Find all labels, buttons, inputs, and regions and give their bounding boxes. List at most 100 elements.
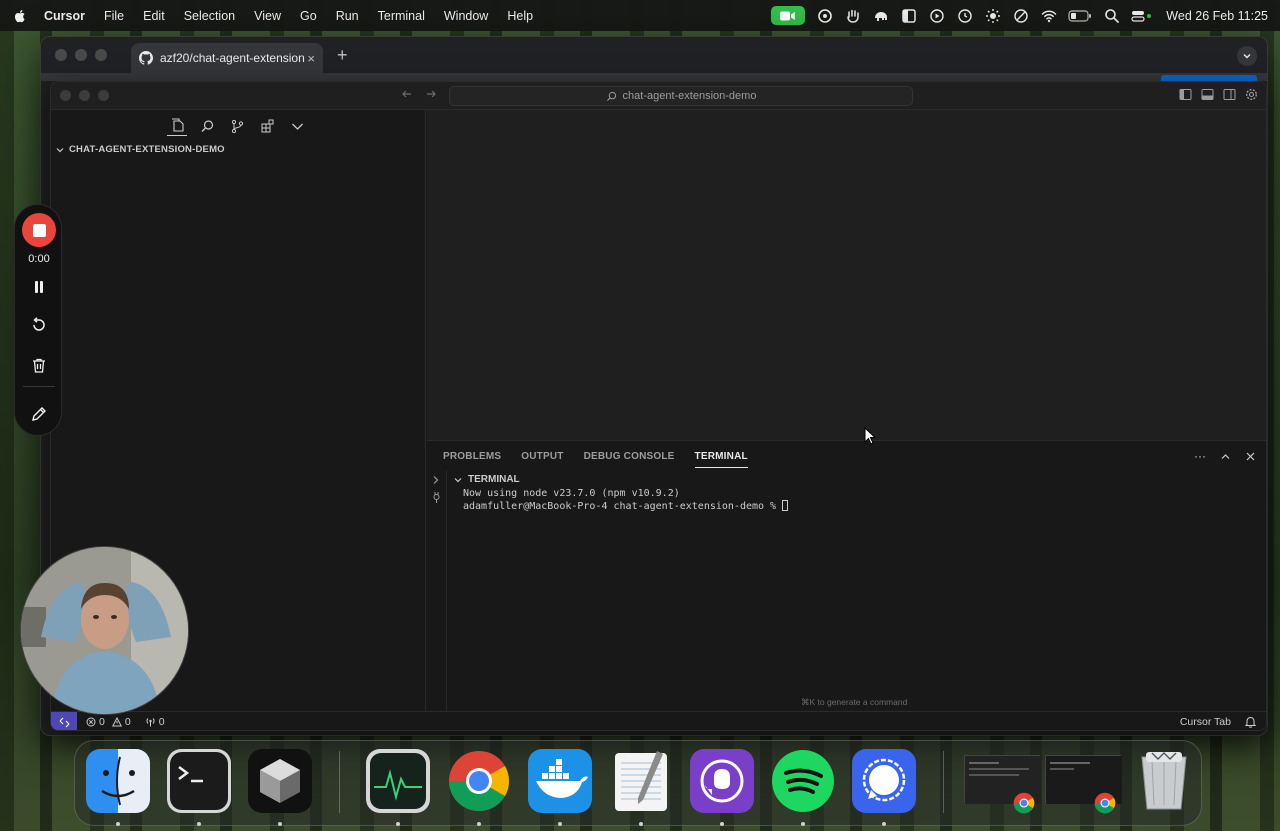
close-window-button[interactable] — [55, 49, 67, 61]
terminal-gutter — [427, 471, 447, 712]
menu-run[interactable]: Run — [336, 9, 359, 23]
search-panel-icon[interactable] — [197, 116, 217, 136]
terminal-output[interactable]: Now using node v23.7.0 (npm v10.9.2) adam… — [463, 488, 789, 513]
ports-count: 0 — [158, 716, 165, 728]
menu-help[interactable]: Help — [507, 9, 533, 23]
explorer-folder-header[interactable]: CHAT-AGENT-EXTENSION-DEMO — [55, 144, 225, 155]
cursor-tab-status[interactable]: Cursor Tab — [1180, 716, 1231, 728]
webcam-bubble[interactable] — [20, 546, 189, 715]
dock — [74, 740, 1202, 826]
spotlight-search-icon[interactable] — [1103, 7, 1120, 24]
dock-finder[interactable] — [86, 749, 150, 813]
browser-tab-bar: azf20/chat-agent-extension × + — [41, 37, 1267, 73]
toggle-secondary-sidebar-icon[interactable] — [1223, 88, 1236, 101]
brightness-icon[interactable] — [984, 7, 1001, 24]
toggle-panel-icon[interactable] — [1201, 88, 1214, 101]
menu-go[interactable]: Go — [300, 9, 317, 23]
delete-recording-button[interactable] — [29, 355, 49, 375]
elephant-icon[interactable] — [872, 7, 889, 24]
pause-recording-button[interactable] — [29, 277, 49, 297]
draw-annotation-button[interactable] — [29, 404, 49, 424]
menu-terminal[interactable]: Terminal — [378, 9, 425, 23]
terminal-section-header[interactable]: TERMINAL — [453, 474, 520, 485]
dock-activity-monitor[interactable] — [366, 749, 430, 813]
editor-minimize-button[interactable] — [79, 90, 90, 101]
terminal-plug-icon[interactable] — [432, 492, 441, 504]
editor-close-button[interactable] — [60, 90, 71, 101]
source-control-icon[interactable] — [227, 116, 247, 136]
cursor-editor-window: chat-agent-extension-demo CHAT-AGENT-EXT… — [50, 81, 1267, 731]
dock-github-desktop[interactable] — [690, 749, 754, 813]
tab-problems[interactable]: PROBLEMS — [443, 451, 501, 462]
menu-view[interactable]: View — [254, 9, 281, 23]
wifi-icon[interactable] — [1040, 7, 1057, 24]
minimize-window-button[interactable] — [75, 49, 87, 61]
menu-selection[interactable]: Selection — [184, 9, 235, 23]
sidebar-toggle-icon[interactable] — [900, 7, 917, 24]
zoom-window-button[interactable] — [95, 49, 107, 61]
dock-cursor[interactable] — [248, 749, 312, 813]
remote-indicator-button[interactable] — [51, 711, 77, 730]
tab-search-button[interactable] — [1237, 46, 1257, 66]
browser-tab-github[interactable]: azf20/chat-agent-extension × — [131, 43, 323, 73]
notifications-bell-icon[interactable] — [1245, 716, 1256, 728]
close-panel-icon[interactable] — [1245, 451, 1256, 462]
status-ports[interactable]: 0 — [145, 716, 165, 728]
editor-zoom-button[interactable] — [98, 90, 109, 101]
chrome-badge-icon — [1094, 792, 1116, 814]
dock-spotify[interactable] — [771, 749, 835, 813]
chevron-down-icon — [454, 477, 462, 482]
browser-tab-close-button[interactable]: × — [307, 51, 315, 66]
dock-chrome[interactable] — [447, 749, 511, 813]
docker-icon — [528, 749, 592, 813]
menu-bar-clock[interactable]: Wed 26 Feb 11:25 — [1166, 9, 1268, 23]
play-circle-icon[interactable] — [928, 7, 945, 24]
dock-docker[interactable] — [528, 749, 592, 813]
more-views-chevron-icon[interactable] — [287, 116, 307, 136]
signal-running-dot — [882, 822, 886, 826]
settings-gear-icon[interactable] — [1245, 88, 1258, 101]
status-problems[interactable]: 0 0 — [86, 716, 131, 728]
maximize-panel-icon[interactable] — [1220, 451, 1231, 462]
dock-trash[interactable] — [1132, 749, 1196, 813]
restart-recording-button[interactable] — [29, 315, 49, 335]
spotify-running-dot — [801, 822, 805, 826]
dock-terminal[interactable] — [167, 749, 231, 813]
tab-debug-console[interactable]: DEBUG CONSOLE — [584, 451, 675, 462]
editor-area[interactable] — [427, 110, 1266, 440]
browser-traffic-lights — [41, 49, 107, 61]
forward-arrow-icon[interactable] — [425, 88, 437, 100]
menu-edit[interactable]: Edit — [143, 9, 165, 23]
tab-terminal[interactable]: TERMINAL — [694, 451, 748, 468]
apple-icon[interactable] — [12, 8, 28, 24]
focus-icon[interactable] — [1012, 7, 1029, 24]
webcam-person-image — [21, 547, 188, 714]
copilot-icon[interactable] — [816, 7, 833, 24]
control-center-icon[interactable] — [1131, 7, 1153, 24]
chevron-right-icon[interactable] — [432, 475, 440, 485]
time-machine-icon[interactable] — [956, 7, 973, 24]
extensions-icon[interactable] — [257, 116, 277, 136]
remote-icon — [59, 717, 69, 727]
menu-file[interactable]: File — [104, 9, 124, 23]
command-center-search[interactable]: chat-agent-extension-demo — [449, 86, 913, 106]
explorer-files-icon[interactable] — [167, 116, 187, 136]
menu-window[interactable]: Window — [444, 9, 488, 23]
dock-signal[interactable] — [852, 749, 916, 813]
back-arrow-icon[interactable] — [401, 88, 413, 100]
terminal-prompt: adamfuller@MacBook-Pro-4 chat-agent-exte… — [463, 501, 783, 512]
screen-recording-indicator-icon[interactable] — [771, 6, 806, 25]
battery-icon[interactable] — [1068, 7, 1092, 24]
tab-output[interactable]: OUTPUT — [521, 451, 563, 462]
dock-textedit[interactable] — [609, 749, 673, 813]
hand-icon[interactable] — [844, 7, 861, 24]
toggle-primary-sidebar-icon[interactable] — [1179, 88, 1192, 101]
menu-app-name[interactable]: Cursor — [44, 9, 85, 23]
mouse-pointer-icon — [864, 427, 876, 445]
stop-recording-button[interactable] — [22, 213, 56, 247]
terminal-prompt-line: adamfuller@MacBook-Pro-4 chat-agent-exte… — [463, 500, 789, 513]
panel-more-actions-button[interactable]: ··· — [1194, 449, 1206, 463]
trash-icon — [33, 358, 45, 373]
activity-bar — [167, 116, 307, 136]
new-tab-button[interactable]: + — [337, 45, 348, 66]
